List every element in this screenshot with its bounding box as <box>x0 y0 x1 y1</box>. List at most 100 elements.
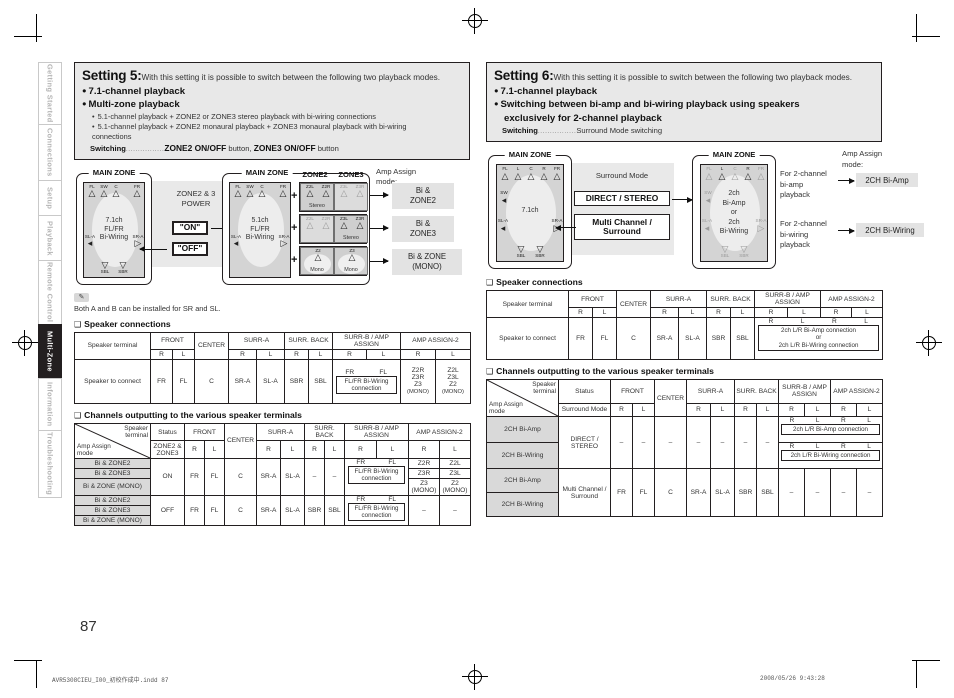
power-on-box[interactable]: "ON" <box>172 220 208 235</box>
cell-surra-r: – <box>686 416 711 470</box>
col-r: R <box>400 348 436 360</box>
mode-bi-zone2: Bi & ZONE2 <box>74 494 151 506</box>
col-r: R <box>820 307 852 319</box>
left-speaker-connections-heading: Speaker connections <box>74 319 470 329</box>
left-speaker-connections-table: Speaker terminal FRONT CENTER SURR-A SUR… <box>74 331 472 404</box>
cell-surra-r: SR-A <box>228 358 257 404</box>
col-l: L <box>172 348 195 360</box>
sidebar-item-remote-control[interactable]: Remote Control <box>38 260 62 324</box>
col-l: L <box>804 402 831 418</box>
sidebar-item-label: Setup <box>45 186 55 210</box>
speaker-sw-icon: SW ◂ <box>500 190 508 205</box>
mode-2ch-bi-amp: 2CH Bi-Amp <box>486 468 559 494</box>
main-zone-box-1: MAIN ZONE FL △ L △ C △ R △ FR △ SW ◂ SL-A ◂ SR-… <box>488 150 572 270</box>
cell-front-l: FL <box>204 494 225 526</box>
main-zone-2-text: 2ch Bi-Amp or 2ch Bi-Wiring <box>719 190 749 236</box>
sub-col-r: R <box>789 417 795 425</box>
cell-surrback-r: – <box>734 416 757 470</box>
cell-amp2-r: Z3R <box>408 467 440 479</box>
cell-front-l: FL <box>632 468 655 518</box>
registration-mark-top <box>462 8 488 34</box>
cell-surrback-r: SBR <box>304 494 325 526</box>
sub-col-l: L <box>867 417 871 425</box>
cell-front-r: FR <box>610 468 633 518</box>
cell-biwiring-group: R L R L 2ch L/R Bi-Wiring connection <box>777 442 884 470</box>
mode-2ch-bi-wiring: 2CH Bi-Wiring <box>486 442 559 470</box>
sidebar-item-information[interactable]: Information <box>38 378 62 430</box>
col-l: L <box>850 307 884 319</box>
col-status-sub: Surround Mode <box>558 402 611 418</box>
speaker-z3r-icon: Z3R △ <box>355 215 365 231</box>
sidebar-item-connections[interactable]: Connections <box>38 124 62 180</box>
setting5-sub-1: 5.1-channel playback + ZONE2 or ZONE3 st… <box>82 112 462 122</box>
page-number: 87 <box>80 618 97 635</box>
setting5-bullet-2: Multi-zone playback <box>82 99 462 111</box>
sidebar-item-multi-zone[interactable]: Multi-Zone <box>38 324 62 378</box>
sidebar-item-getting-started[interactable]: Getting Started <box>38 62 62 124</box>
col-group-surr-a: SURR-A <box>686 379 735 404</box>
col-status-sub: ZONE2 & ZONE3 <box>150 440 185 459</box>
cell-surra-l: SL-A <box>256 358 285 404</box>
conn-box-or: or <box>815 334 822 342</box>
registration-mark-left <box>12 330 38 356</box>
crop-mark-top-right-h <box>912 36 940 37</box>
cell-surra-l: SL-A <box>710 468 735 518</box>
setting5-bullet-1: 7.1-channel playback <box>82 86 462 98</box>
direct-stereo-box[interactable]: DIRECT / STEREO <box>574 191 670 207</box>
mode-bi-zone-mono: Bi & ZONE (MONO) <box>74 514 151 526</box>
sidebar-tabs[interactable]: Getting Started Connections Setup Playba… <box>38 62 62 498</box>
setting5-switch-suffix-1: button, <box>226 143 254 153</box>
setting6-intro-text: With this setting it is possible to swit… <box>553 73 853 82</box>
note-block: ✎ Both A and B can be installed for SR a… <box>74 292 470 313</box>
cell-surra-l: – <box>710 416 735 470</box>
cell-amp2-l: Z2L <box>438 457 472 469</box>
col-r: R <box>228 348 257 360</box>
speaker-sbr-icon: ▽ SBR <box>118 259 128 274</box>
corner-bottom-label: Amp Assign mode <box>489 401 523 416</box>
amp-assign-title-right: Amp Assign mode: <box>842 149 883 169</box>
mode-bi-zone3: Bi & ZONE3 <box>74 467 151 479</box>
zone3-cell-mono: Z3 △ Mono <box>334 246 368 275</box>
sidebar-item-playback[interactable]: Playback <box>38 215 62 260</box>
cell-amp2-l: Z2 (MONO) <box>438 477 472 496</box>
col-status: Status <box>558 379 611 404</box>
speaker-z3l-icon: Z3L △ <box>340 183 348 199</box>
mode-2ch-bi-wiring: 2CH Bi-Wiring <box>486 492 559 518</box>
sidebar-item-troubleshooting[interactable]: Troubleshooting <box>38 430 62 498</box>
col-l: L <box>710 402 735 418</box>
speaker-z3l-icon: Z3L △ <box>340 215 348 231</box>
col-group-amp-assign-2: AMP ASSIGN-2 <box>829 379 884 404</box>
setting6-diagram: MAIN ZONE FL △ L △ C △ R △ FR △ SW ◂ SL-A ◂ SR-… <box>486 149 924 271</box>
speaker-z2-icon: Z2 △ <box>314 247 322 263</box>
table-row: Speaker terminal FRONT CENTER SURR-A SUR… <box>74 331 472 360</box>
col-l: L <box>204 440 225 459</box>
table-row: Bi & ZONE2 OFF FR FL C SR-A SL-A SBR SBL… <box>74 494 472 526</box>
zone3-stereo-label: Stereo <box>343 234 359 241</box>
cell-surrback-l: SBL <box>730 317 755 361</box>
conn-box-line-1: 2ch L/R Bi-Amp connection <box>781 327 856 335</box>
col-group-surr-a: SURR-A <box>650 290 707 309</box>
row-header-speaker-to-connect: Speaker to connect <box>74 358 151 404</box>
col-group-center: CENTER <box>654 379 687 418</box>
note-text: Both A and B can be installed for SR and… <box>74 303 221 313</box>
multi-channel-surround-box[interactable]: Multi Channel / Surround <box>574 214 670 241</box>
col-group-surr-back: SURR. BACK <box>706 290 755 309</box>
col-r: R <box>150 348 173 360</box>
col-r: R <box>304 440 325 459</box>
speaker-fl-icon: FL △ <box>501 166 509 181</box>
power-off-box[interactable]: "OFF" <box>172 241 208 256</box>
setting5-intro-text: With this setting it is possible to swit… <box>141 73 441 82</box>
col-r: R <box>184 440 205 459</box>
zone3-header: ZONE3 <box>338 169 364 179</box>
col-group-center: CENTER <box>224 422 257 459</box>
sub-col-l: L <box>867 443 871 451</box>
col-status: Status <box>150 422 185 442</box>
setting6-intro-line: Setting 6:With this setting it is possib… <box>494 68 874 85</box>
main-zone-label-1: MAIN ZONE <box>88 167 140 177</box>
col-l: L <box>324 440 345 459</box>
mode-bi-zone3: Bi & ZONE3 <box>74 504 151 516</box>
sub-col-l: L <box>800 318 805 326</box>
sidebar-item-setup[interactable]: Setup <box>38 180 62 215</box>
col-group-surrb-amp-assign: SURR-B / AMP ASSIGN <box>344 422 409 442</box>
main-zone-screen-2: FL △ L △ C △ R △ FR △ SW ◂ SL-A ◂ SR-A ▷ ▽ SBL ▽ S… <box>700 164 768 263</box>
